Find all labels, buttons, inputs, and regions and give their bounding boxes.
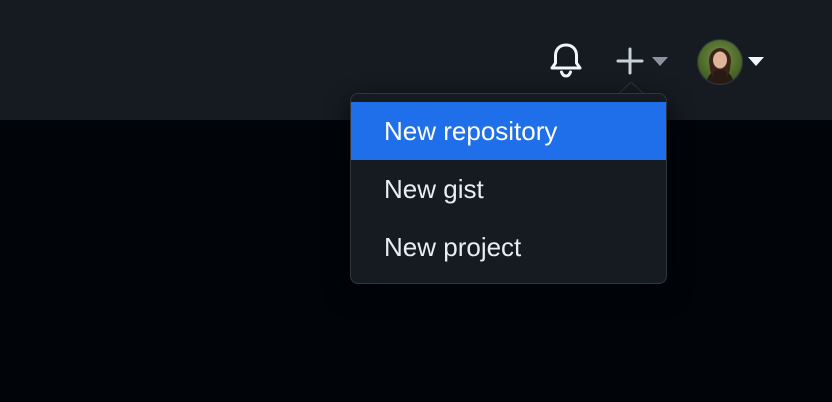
create-dropdown-menu: New repository New gist New project [350, 93, 667, 284]
notifications-button[interactable] [549, 42, 583, 78]
bell-icon [550, 43, 582, 78]
user-menu-button[interactable] [698, 40, 768, 84]
user-photo [706, 48, 734, 84]
avatar [698, 40, 742, 84]
menu-item-new-project[interactable]: New project [351, 218, 666, 276]
create-new-button[interactable] [612, 44, 672, 78]
menu-item-new-gist[interactable]: New gist [351, 160, 666, 218]
triangle-down-icon [652, 57, 668, 66]
plus-icon [616, 47, 644, 75]
menu-item-new-repository[interactable]: New repository [351, 102, 666, 160]
triangle-down-icon [748, 57, 764, 66]
